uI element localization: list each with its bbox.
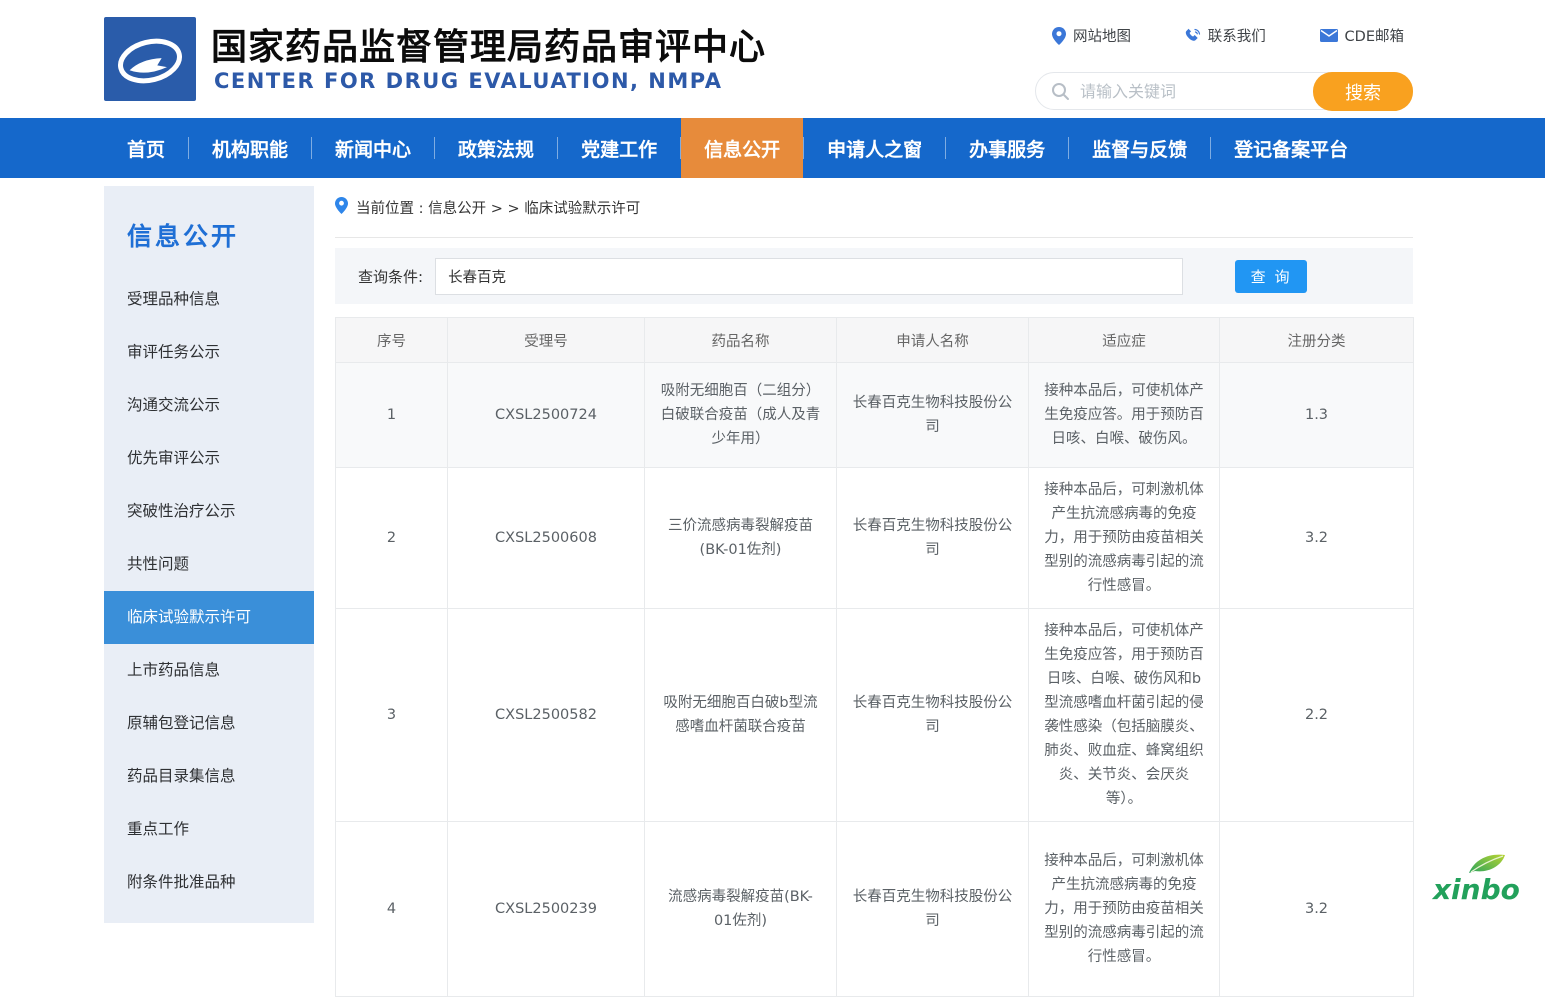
cell-seq: 2 bbox=[336, 468, 448, 609]
col-seq: 序号 bbox=[336, 318, 448, 363]
table-row: 1 CXSL2500724 吸附无细胞百（二组分）白破联合疫苗（成人及青少年用）… bbox=[336, 363, 1414, 468]
cell-acceptance-no: CXSL2500239 bbox=[448, 822, 645, 997]
cell-indication: 接种本品后，可使机体产生免疫应答，用于预防百日咳、白喉、破伤风和b型流感嗜血杆菌… bbox=[1029, 609, 1220, 822]
sidebar-item-drug-catalog[interactable]: 药品目录集信息 bbox=[104, 750, 314, 803]
nav-item-news[interactable]: 新闻中心 bbox=[312, 118, 434, 178]
sidebar-item-accepted-varieties[interactable]: 受理品种信息 bbox=[104, 273, 314, 326]
nav-item-applicant-window[interactable]: 申请人之窗 bbox=[804, 118, 945, 178]
sitemap-link[interactable]: 网站地图 bbox=[1052, 25, 1131, 46]
cell-acceptance-no: CXSL2500582 bbox=[448, 609, 645, 822]
site-title-cn: 国家药品监督管理局药品审评中心 bbox=[211, 18, 766, 70]
sidebar-item-clinical-trial-implied-license[interactable]: 临床试验默示许可 bbox=[104, 591, 314, 644]
sidebar-title: 信息公开 bbox=[104, 186, 314, 273]
cell-seq: 4 bbox=[336, 822, 448, 997]
cell-acceptance-no: CXSL2500724 bbox=[448, 363, 645, 468]
contact-link[interactable]: 联系我们 bbox=[1185, 25, 1266, 46]
cell-applicant: 长春百克生物科技股份公司 bbox=[837, 609, 1029, 822]
cell-seq: 1 bbox=[336, 363, 448, 468]
nav-item-info-disclosure[interactable]: 信息公开 bbox=[681, 118, 803, 178]
map-pin-icon bbox=[1052, 27, 1066, 45]
location-pin-icon bbox=[335, 197, 356, 218]
site-header: 国家药品监督管理局药品审评中心 CENTER FOR DRUG EVALUATI… bbox=[0, 0, 1545, 118]
cell-indication: 接种本品后，可使机体产生免疫应答。用于预防百日咳、白喉、破伤风。 bbox=[1029, 363, 1220, 468]
cell-category: 1.3 bbox=[1220, 363, 1414, 468]
cell-indication: 接种本品后，可刺激机体产生抗流感病毒的免疫力，用于预防由疫苗相关型别的流感病毒引… bbox=[1029, 468, 1220, 609]
breadcrumb: 当前位置 : 信息公开 > > 临床试验默示许可 bbox=[335, 178, 1413, 238]
main-content: 当前位置 : 信息公开 > > 临床试验默示许可 查询条件: 查 询 序号 受理… bbox=[335, 178, 1413, 997]
cell-seq: 3 bbox=[336, 609, 448, 822]
search-input[interactable] bbox=[1080, 74, 1310, 108]
cell-applicant: 长春百克生物科技股份公司 bbox=[837, 363, 1029, 468]
sidebar: 信息公开 受理品种信息 审评任务公示 沟通交流公示 优先审评公示 突破性治疗公示… bbox=[104, 186, 314, 923]
xinbo-watermark: xinbo bbox=[1425, 861, 1537, 909]
cell-applicant: 长春百克生物科技股份公司 bbox=[837, 468, 1029, 609]
cell-drug-name: 三价流感病毒裂解疫苗(BK-01佐剂) bbox=[645, 468, 837, 609]
col-drug-name: 药品名称 bbox=[645, 318, 837, 363]
table-row: 3 CXSL2500582 吸附无细胞百白破b型流感嗜血杆菌联合疫苗 长春百克生… bbox=[336, 609, 1414, 822]
table-row: 4 CXSL2500239 流感病毒裂解疫苗(BK-01佐剂) 长春百克生物科技… bbox=[336, 822, 1414, 997]
main-nav: 首页 机构职能 新闻中心 政策法规 党建工作 信息公开 申请人之窗 办事服务 监… bbox=[0, 118, 1545, 178]
sidebar-item-excipients-registration[interactable]: 原辅包登记信息 bbox=[104, 697, 314, 750]
sidebar-item-common-issues[interactable]: 共性问题 bbox=[104, 538, 314, 591]
top-links: 网站地图 联系我们 CDE邮箱 bbox=[1052, 25, 1404, 46]
cell-category: 3.2 bbox=[1220, 822, 1414, 997]
cell-drug-name: 流感病毒裂解疫苗(BK-01佐剂) bbox=[645, 822, 837, 997]
mail-link[interactable]: CDE邮箱 bbox=[1320, 25, 1404, 46]
mail-icon bbox=[1320, 29, 1338, 42]
cell-category: 2.2 bbox=[1220, 609, 1414, 822]
query-bar: 查询条件: 查 询 bbox=[335, 248, 1413, 304]
sidebar-item-communication[interactable]: 沟通交流公示 bbox=[104, 379, 314, 432]
cell-drug-name: 吸附无细胞百白破b型流感嗜血杆菌联合疫苗 bbox=[645, 609, 837, 822]
query-input[interactable] bbox=[435, 258, 1183, 295]
contact-label: 联系我们 bbox=[1208, 25, 1266, 46]
sidebar-item-priority-review[interactable]: 优先审评公示 bbox=[104, 432, 314, 485]
search-button[interactable]: 搜索 bbox=[1313, 72, 1413, 111]
cde-logo[interactable] bbox=[104, 17, 196, 101]
search-icon bbox=[1051, 82, 1070, 105]
sitemap-label: 网站地图 bbox=[1073, 25, 1131, 46]
sidebar-item-breakthrough-therapy[interactable]: 突破性治疗公示 bbox=[104, 485, 314, 538]
table-row: 2 CXSL2500608 三价流感病毒裂解疫苗(BK-01佐剂) 长春百克生物… bbox=[336, 468, 1414, 609]
nav-item-policies[interactable]: 政策法规 bbox=[435, 118, 557, 178]
watermark-text: xinbo bbox=[1433, 873, 1520, 906]
nav-item-home[interactable]: 首页 bbox=[104, 118, 188, 178]
col-category: 注册分类 bbox=[1220, 318, 1414, 363]
cell-acceptance-no: CXSL2500608 bbox=[448, 468, 645, 609]
mail-label: CDE邮箱 bbox=[1345, 25, 1404, 46]
nav-item-party[interactable]: 党建工作 bbox=[558, 118, 680, 178]
col-indication: 适应症 bbox=[1029, 318, 1220, 363]
nav-item-registration-platform[interactable]: 登记备案平台 bbox=[1211, 118, 1371, 178]
results-table: 序号 受理号 药品名称 申请人名称 适应症 注册分类 1 CXSL2500724… bbox=[335, 317, 1414, 997]
cell-category: 3.2 bbox=[1220, 468, 1414, 609]
cell-drug-name: 吸附无细胞百（二组分）白破联合疫苗（成人及青少年用） bbox=[645, 363, 837, 468]
nav-item-functions[interactable]: 机构职能 bbox=[189, 118, 311, 178]
breadcrumb-text[interactable]: 当前位置 : 信息公开 > > 临床试验默示许可 bbox=[356, 197, 640, 218]
table-header-row: 序号 受理号 药品名称 申请人名称 适应症 注册分类 bbox=[336, 318, 1414, 363]
cell-indication: 接种本品后，可刺激机体产生抗流感病毒的免疫力，用于预防由疫苗相关型别的流感病毒引… bbox=[1029, 822, 1220, 997]
nav-item-supervision[interactable]: 监督与反馈 bbox=[1069, 118, 1210, 178]
site-search: 搜索 bbox=[1035, 72, 1413, 110]
sidebar-item-review-tasks[interactable]: 审评任务公示 bbox=[104, 326, 314, 379]
col-applicant: 申请人名称 bbox=[837, 318, 1029, 363]
query-button[interactable]: 查 询 bbox=[1235, 260, 1307, 293]
query-label: 查询条件: bbox=[358, 266, 423, 287]
phone-icon bbox=[1185, 28, 1201, 44]
sidebar-item-key-work[interactable]: 重点工作 bbox=[104, 803, 314, 856]
sidebar-item-conditional-approval[interactable]: 附条件批准品种 bbox=[104, 856, 314, 909]
col-acceptance-no: 受理号 bbox=[448, 318, 645, 363]
cell-applicant: 长春百克生物科技股份公司 bbox=[837, 822, 1029, 997]
sidebar-item-marketed-drugs[interactable]: 上市药品信息 bbox=[104, 644, 314, 697]
nav-item-services[interactable]: 办事服务 bbox=[946, 118, 1068, 178]
site-title-en: CENTER FOR DRUG EVALUATION, NMPA bbox=[214, 69, 723, 93]
